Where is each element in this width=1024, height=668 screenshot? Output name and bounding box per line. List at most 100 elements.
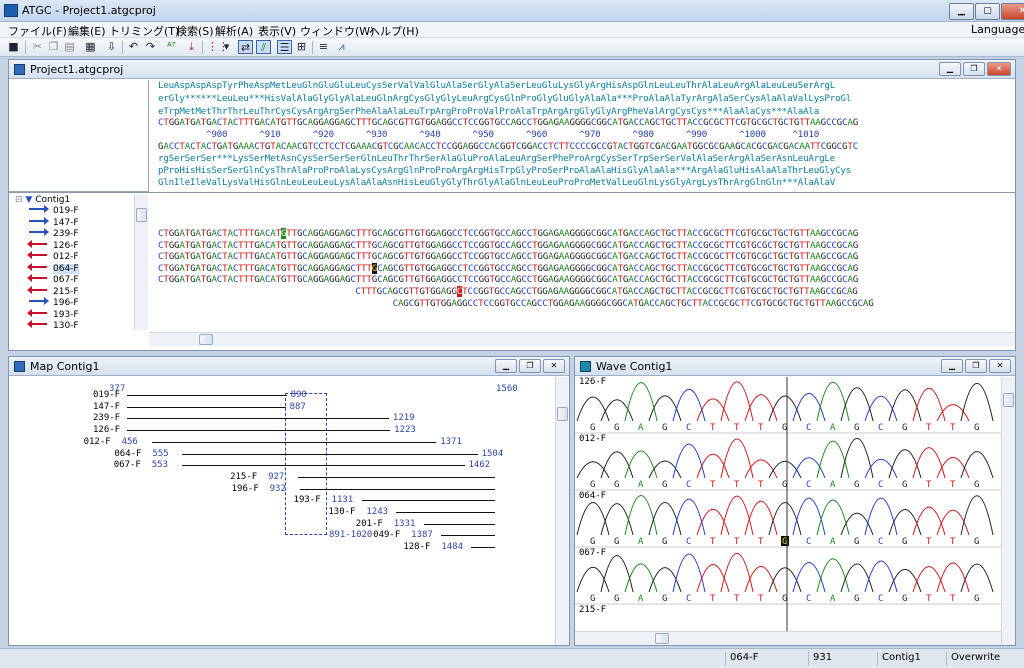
cut-icon[interactable]: ✂	[30, 40, 45, 54]
alignment-row[interactable]: CTTTGCAGCGTTGTGGAGGCTCCGGTGCCAGCCTGGAGAA…	[158, 286, 1018, 297]
tree-item[interactable]: 147-F	[29, 216, 79, 229]
menu-help[interactable]: ヘルプ(H)	[369, 23, 419, 39]
alignment-row[interactable]: CTGGATGATGACTACTTTGACATGTTGCAGGAGGAGCTTT…	[158, 240, 1018, 251]
tree-item[interactable]: 067-F	[27, 274, 79, 286]
report-icon[interactable]: ▦	[83, 40, 98, 54]
close-icon[interactable]: ✕	[1001, 3, 1024, 20]
map-read-label[interactable]: 067-F	[114, 460, 141, 470]
map-read-label[interactable]: 239-F	[93, 413, 120, 423]
swap-icon[interactable]: ⇄	[238, 40, 253, 54]
map-read-label[interactable]: 049-F	[373, 530, 400, 540]
grid-icon[interactable]: ⊞	[294, 40, 309, 54]
pane-splitter[interactable]	[9, 192, 1015, 193]
minimize-icon[interactable]: ▁	[949, 3, 974, 20]
redo-icon[interactable]: ↷	[143, 40, 158, 54]
undo-icon[interactable]: ↶	[126, 40, 141, 54]
menu-view[interactable]: 表示(V)	[258, 23, 296, 39]
menu-search[interactable]: 検索(S)	[176, 23, 214, 39]
map-read-bar[interactable]	[423, 523, 495, 525]
close-icon[interactable]: ✕	[987, 62, 1011, 76]
paste-icon[interactable]: ▤	[62, 40, 77, 54]
tree-item[interactable]: 239-F	[29, 228, 79, 240]
trace-peak	[936, 562, 970, 593]
filter-icon[interactable]: ≡	[316, 40, 331, 54]
map-read-label[interactable]: 215-F	[230, 472, 257, 482]
minimize-icon[interactable]: ▁	[939, 62, 961, 76]
menu-trimming[interactable]: トリミング(T)	[109, 23, 179, 39]
map-read-label[interactable]: 064-F	[114, 449, 141, 459]
wave-hscrollbar[interactable]	[575, 631, 1001, 645]
map-read-bar[interactable]	[151, 441, 437, 443]
map-read-label[interactable]: 201-F	[356, 519, 383, 529]
base-call: T	[758, 423, 764, 433]
tree-item[interactable]: 215-F	[27, 285, 79, 298]
restore-icon[interactable]: ❐	[519, 359, 541, 373]
map-read-bar[interactable]	[127, 430, 391, 432]
minimize-icon[interactable]: ▁	[941, 359, 963, 373]
map-read-label[interactable]: 196-F	[232, 484, 259, 494]
map-scrollbar[interactable]	[555, 377, 569, 645]
map-read-bar[interactable]	[361, 500, 495, 502]
alignment-row[interactable]: CTGGATGATGACTACTTTGACATGTTGCAGGAGGAGCTTT…	[158, 228, 1018, 239]
import-icon[interactable]: ⇩	[104, 40, 119, 54]
wave-scrollbar[interactable]	[1001, 377, 1015, 645]
copy-icon[interactable]: ❐	[46, 40, 61, 54]
trace-peak	[888, 449, 922, 479]
tree-root[interactable]: ⊟ ▼ Contig1	[15, 195, 70, 206]
base-call: G	[614, 537, 619, 547]
map-read-bar[interactable]	[127, 418, 389, 420]
view-window-box[interactable]	[285, 393, 327, 535]
menu-file[interactable]: ファイル(F)	[8, 23, 67, 39]
trim-icon[interactable]: ⤓	[184, 40, 199, 54]
tree-item[interactable]: 126-F	[27, 239, 79, 252]
map-read-bar[interactable]	[299, 488, 495, 490]
map-read-label[interactable]: 130-F	[328, 507, 355, 517]
map-read-bar[interactable]	[298, 476, 495, 478]
map-icon[interactable]: ⩘	[334, 40, 349, 54]
save-icon[interactable]: ■	[6, 40, 21, 54]
menu-window[interactable]: ウィンドウ(W)	[300, 23, 374, 39]
close-icon[interactable]: ✕	[543, 359, 565, 373]
tree-scrollbar[interactable]	[134, 194, 148, 330]
at-icon[interactable]: ᴬᵀ	[164, 40, 179, 54]
tree-item[interactable]: 012-F	[27, 251, 79, 263]
map-read-bar[interactable]	[127, 395, 287, 396]
palette-icon[interactable]: ⋮⋮	[207, 40, 229, 54]
map-read-bar[interactable]	[181, 465, 465, 467]
map-read-label[interactable]: 019-F	[93, 390, 120, 400]
map-read-bar[interactable]	[127, 406, 286, 408]
menu-edit[interactable]: 編集(E)	[68, 23, 106, 39]
restore-icon[interactable]: ❐	[963, 62, 985, 76]
base-call: T	[734, 537, 740, 547]
map-read-bar[interactable]	[396, 512, 495, 513]
map-read-label[interactable]: 193-F	[294, 495, 321, 505]
tree-item[interactable]: 064-F	[27, 262, 79, 275]
tree-item[interactable]: 019-F	[29, 205, 79, 217]
close-icon[interactable]: ✕	[989, 359, 1011, 373]
project-pane-title: Project1.atgcproj	[30, 63, 124, 76]
alignment-row[interactable]: CAGCGTTGTGGAGGCCTCCGGTGCCAGCCTGGAGAAGGGG…	[158, 298, 1018, 309]
tree-item[interactable]: 196-F	[29, 297, 79, 309]
map-read-label[interactable]: 012-F	[84, 437, 111, 447]
map-read-label[interactable]: 128-F	[403, 542, 430, 552]
language-menu[interactable]: Language	[971, 23, 1024, 36]
restore-icon[interactable]: ❐	[965, 359, 987, 373]
map-read-label[interactable]: 126-F	[93, 425, 120, 435]
map-read-label[interactable]: 147-F	[93, 402, 120, 412]
minimize-icon[interactable]: ▁	[495, 359, 517, 373]
dropdown-icon[interactable]: ▾	[222, 40, 231, 54]
map-read-bar[interactable]	[441, 535, 495, 537]
menu-analysis[interactable]: 解析(A)	[215, 23, 253, 39]
alignment-row[interactable]: CTGGATGATGACTACTTTGACATGTTGCAGGAGGAGCTTT…	[158, 251, 1018, 262]
alignment-row[interactable]: CTGGATGATGACTACTTTGACATGTTGCAGGAGGAGCTTT…	[158, 274, 1018, 285]
map-read-bar[interactable]	[471, 547, 495, 549]
aligned-icon[interactable]: ⫽	[256, 40, 271, 54]
alignment-row[interactable]: CTGGATGATGACTACTTTGACATGTTGCAGGAGGAGCTTT…	[158, 262, 1018, 274]
list-icon[interactable]: ☰	[277, 40, 292, 54]
base-call: G	[614, 423, 619, 433]
maximize-icon[interactable]: ▢	[975, 3, 1000, 20]
tree-item[interactable]: 130-F	[27, 320, 79, 332]
map-read-bar[interactable]	[182, 453, 478, 455]
tree-item[interactable]: 193-F	[27, 308, 79, 321]
alignment-hscrollbar[interactable]	[149, 332, 1015, 346]
